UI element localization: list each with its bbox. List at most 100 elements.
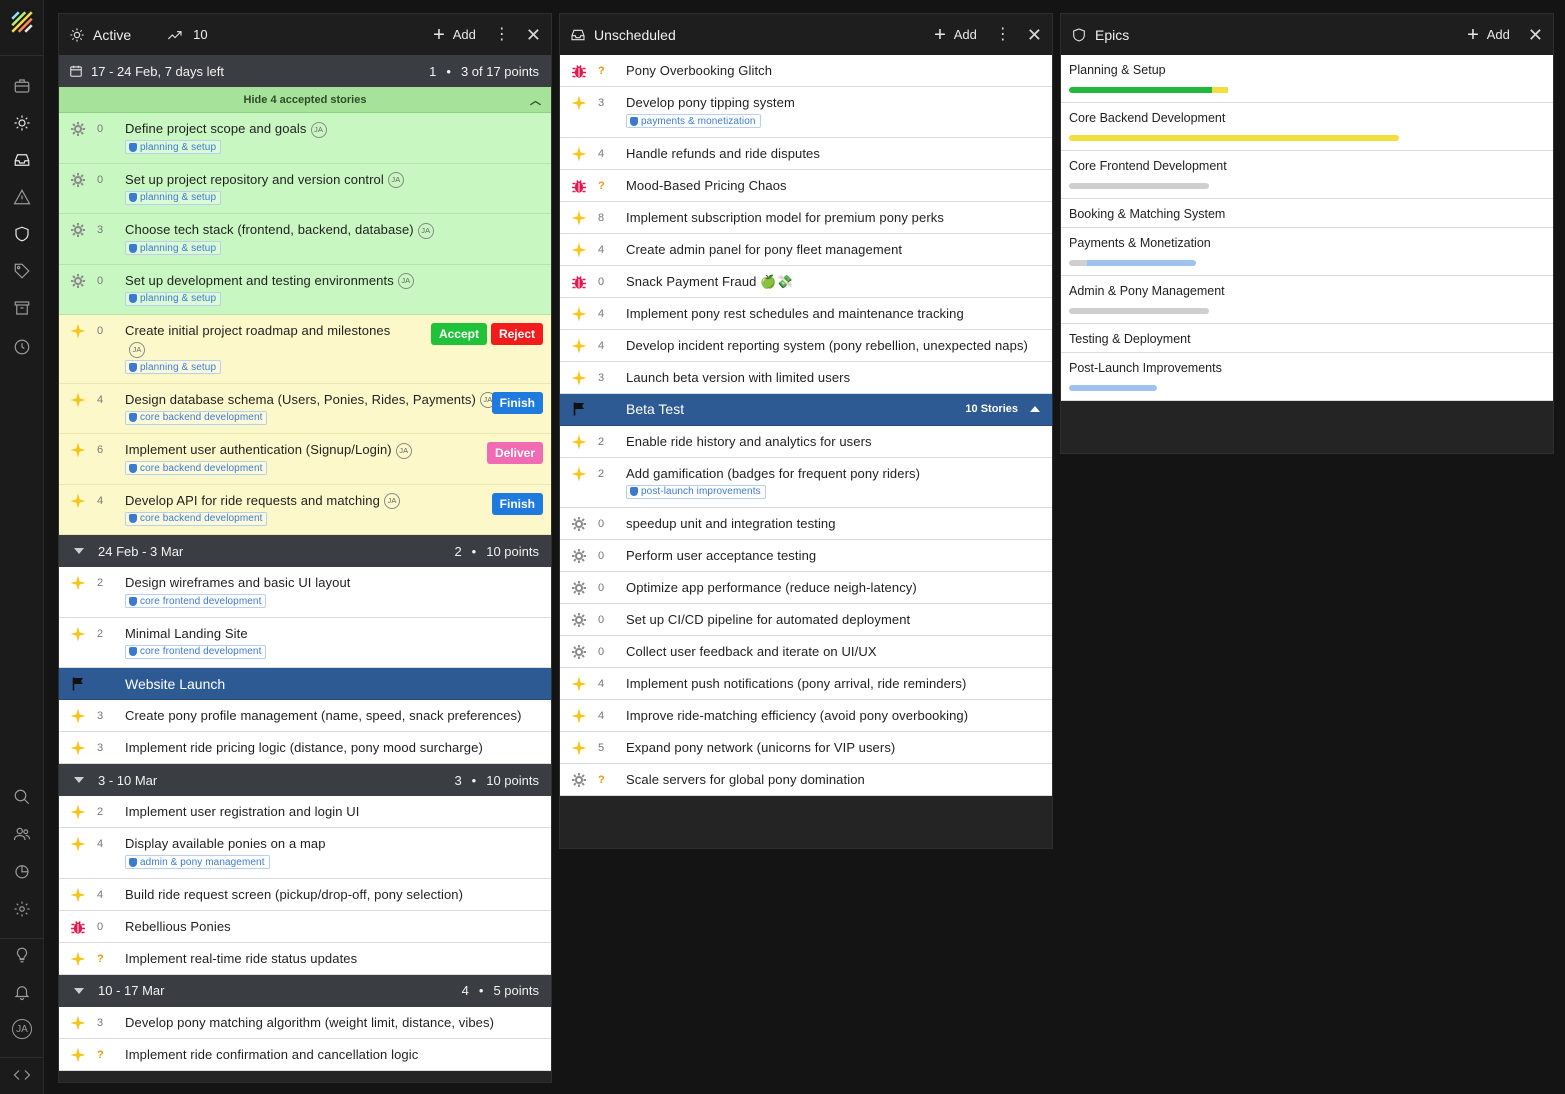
collapse-triangle-icon[interactable] (74, 987, 84, 994)
story-points[interactable]: 0 (97, 272, 125, 309)
story-row[interactable]: 5 Expand pony network (unicorns for VIP u… (560, 732, 1052, 764)
epic-label[interactable]: planning & setup (125, 291, 222, 306)
warning-icon[interactable] (8, 183, 36, 211)
add-epic-button[interactable]: + Add (1467, 25, 1510, 45)
story-points[interactable]: 4 (97, 492, 125, 529)
story-row[interactable]: 0 Snack Payment Fraud 🍏💸 (560, 265, 1052, 298)
story-row[interactable]: 2 Enable ride history and analytics for u… (560, 425, 1052, 458)
story-row[interactable]: 4 Design database schema (Users, Ponies, … (59, 383, 551, 434)
story-row[interactable]: 2 Minimal Landing Site core frontend devel… (59, 617, 551, 668)
owner-avatar[interactable]: JA (397, 273, 414, 290)
owner-avatar[interactable]: JA (417, 222, 434, 239)
story-row[interactable]: 3 Develop pony matching algorithm (weight… (59, 1006, 551, 1039)
story-points[interactable]: 4 (598, 337, 626, 355)
story-points[interactable]: 4 (97, 391, 125, 428)
story-points[interactable]: 2 (598, 433, 626, 451)
collapse-icon[interactable] (1030, 406, 1040, 412)
story-points[interactable]: ? (97, 950, 125, 968)
accept-button[interactable]: Accept (430, 323, 487, 345)
story-row[interactable]: 0 Set up project repository and version c… (59, 163, 551, 214)
tag-icon[interactable] (8, 257, 36, 285)
story-points[interactable]: 4 (598, 675, 626, 693)
story-points[interactable]: 6 (97, 441, 125, 478)
story-points[interactable]: 0 (598, 611, 626, 629)
shield-icon[interactable] (8, 220, 36, 248)
story-points[interactable]: 0 (598, 273, 626, 291)
story-row[interactable]: 0 Collect user feedback and iterate on UI… (560, 636, 1052, 668)
story-points[interactable]: 0 (598, 515, 626, 533)
story-points[interactable]: ? (598, 177, 626, 195)
clock-icon[interactable] (8, 333, 36, 361)
epic-row[interactable]: Core Backend Development (1061, 103, 1553, 151)
epic-row[interactable]: Admin & Pony Management (1061, 276, 1553, 324)
owner-avatar[interactable]: JA (395, 442, 412, 459)
people-icon[interactable] (8, 820, 36, 848)
story-row[interactable]: 2 Implement user registration and login U… (59, 796, 551, 828)
story-points[interactable]: 3 (598, 94, 626, 131)
story-row[interactable]: 0 Optimize app performance (reduce neigh-… (560, 572, 1052, 604)
story-points[interactable]: 0 (598, 643, 626, 661)
epic-row[interactable]: Post-Launch Improvements (1061, 353, 1553, 401)
release-marker[interactable]: Beta Test 10 Stories (560, 393, 1052, 426)
story-points[interactable]: ? (97, 1046, 125, 1064)
epic-label[interactable]: planning & setup (125, 190, 222, 205)
collapse-triangle-icon[interactable] (74, 548, 84, 554)
story-row[interactable]: 8 Implement subscription model for premiu… (560, 201, 1052, 234)
story-points[interactable]: ? (598, 62, 626, 80)
more-options-icon[interactable]: ⋮ (995, 26, 1011, 43)
story-row[interactable]: ? Implement real-time ride status updates (59, 942, 551, 975)
story-row[interactable]: ? Mood-Based Pricing Chaos (560, 169, 1052, 202)
story-row[interactable]: 2 Add gamification (badges for frequent p… (560, 457, 1052, 508)
release-marker[interactable]: Website Launch (59, 668, 551, 700)
more-options-icon[interactable]: ⋮ (494, 26, 510, 43)
story-row[interactable]: ? Implement ride confirmation and cancell… (59, 1038, 551, 1071)
story-points[interactable]: 2 (97, 625, 125, 662)
story-row[interactable]: 4 Develop API for ride requests and match… (59, 484, 551, 535)
story-points[interactable]: 5 (598, 739, 626, 757)
story-points[interactable]: 0 (598, 579, 626, 597)
story-points[interactable]: 4 (97, 886, 125, 904)
story-row[interactable]: 4 Develop incident reporting system (pony… (560, 329, 1052, 362)
hide-accepted-toggle[interactable]: Hide 4 accepted stories ︿ (59, 87, 551, 113)
briefcase-icon[interactable] (8, 72, 36, 100)
story-points[interactable]: 3 (598, 369, 626, 387)
story-row[interactable]: 4 Create admin panel for pony fleet manag… (560, 233, 1052, 266)
story-points[interactable]: 2 (97, 574, 125, 611)
owner-avatar[interactable]: JA (310, 121, 327, 138)
story-row[interactable]: ? Scale servers for global pony dominatio… (560, 764, 1052, 796)
epic-label[interactable]: planning & setup (125, 140, 222, 154)
bell-icon[interactable] (8, 978, 36, 1006)
story-row[interactable]: 0 speedup unit and integration testing (560, 508, 1052, 540)
epic-label[interactable]: admin & pony management (125, 855, 270, 869)
story-row[interactable]: 4 Implement pony rest schedules and maint… (560, 297, 1052, 330)
owner-avatar[interactable]: JA (129, 341, 145, 358)
story-row[interactable]: 0 Set up CI/CD pipeline for automated dep… (560, 604, 1052, 636)
story-points[interactable]: 4 (598, 305, 626, 323)
epic-row[interactable]: Core Frontend Development (1061, 151, 1553, 199)
archive-icon[interactable] (8, 294, 36, 322)
story-points[interactable]: 3 (97, 707, 125, 725)
deliver-button[interactable]: Deliver (486, 442, 543, 464)
story-row[interactable]: 4 Handle refunds and ride disputes (560, 137, 1052, 170)
code-icon[interactable] (8, 1061, 36, 1089)
epic-label[interactable]: core frontend development (125, 644, 267, 659)
owner-avatar[interactable]: JA (383, 493, 400, 510)
story-row[interactable]: 4 Implement push notifications (pony arri… (560, 668, 1052, 700)
collapse-triangle-icon[interactable] (74, 777, 84, 783)
story-row[interactable]: 3 Choose tech stack (frontend, backend, d… (59, 214, 551, 265)
story-points[interactable]: 4 (97, 835, 125, 872)
avatar[interactable]: JA (8, 1015, 36, 1043)
story-points[interactable]: 0 (97, 120, 125, 157)
story-row[interactable]: 0 Perform user acceptance testing (560, 540, 1052, 572)
story-row[interactable]: 3 Launch beta version with limited users (560, 361, 1052, 394)
owner-avatar[interactable]: JA (387, 172, 404, 189)
search-icon[interactable] (8, 783, 36, 811)
gear-icon[interactable] (8, 895, 36, 923)
story-row[interactable]: 2 Design wireframes and basic UI layout co… (59, 567, 551, 618)
story-row[interactable]: 0 Create initial project roadmap and mile… (59, 315, 551, 384)
close-panel-button[interactable]: ✕ (1027, 26, 1042, 44)
epic-row[interactable]: Payments & Monetization (1061, 228, 1553, 276)
story-row[interactable]: ? Pony Overbooking Glitch (560, 55, 1052, 87)
story-row[interactable]: 4 Build ride request screen (pickup/drop-… (59, 878, 551, 911)
lightbulb-icon[interactable] (8, 941, 36, 969)
